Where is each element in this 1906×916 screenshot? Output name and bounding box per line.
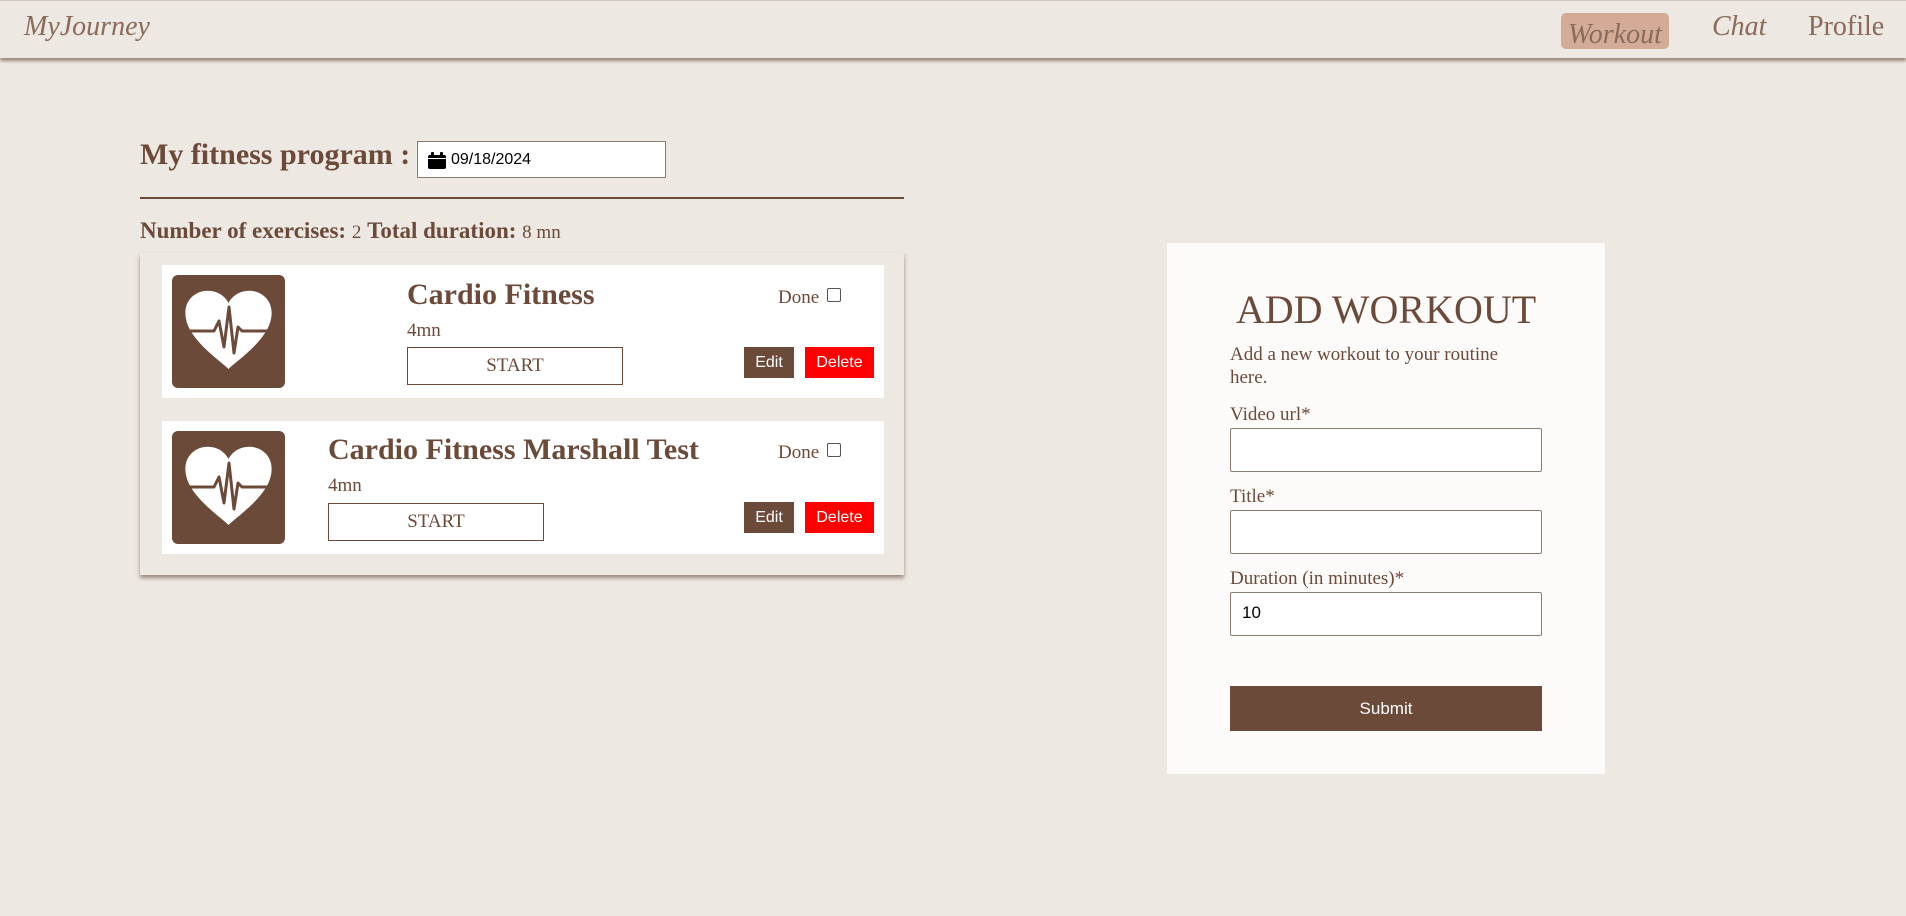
workout-duration: 4mn: [328, 475, 362, 496]
divider: [140, 197, 904, 199]
delete-button[interactable]: Delete: [805, 347, 874, 378]
workout-thumbnail: [172, 431, 285, 544]
panel-title: ADD WORKOUT: [1235, 287, 1537, 332]
workout-duration: 4mn: [407, 320, 441, 341]
edit-button[interactable]: Edit: [744, 502, 794, 533]
date-input[interactable]: 09/18/2024: [417, 141, 666, 178]
start-button[interactable]: START: [407, 347, 623, 385]
title-label: Title*: [1230, 486, 1275, 507]
add-workout-panel: ADD WORKOUT Add a new workout to your ro…: [1167, 243, 1605, 774]
navbar: MyJourney Workout Chat Profile: [0, 0, 1906, 58]
exercises-label: Number of exercises:: [140, 218, 347, 243]
panel-description: Add a new workout to your routine here.: [1230, 344, 1499, 388]
done-toggle[interactable]: Done: [778, 442, 841, 464]
nav-chat[interactable]: Chat: [1712, 11, 1766, 43]
start-button[interactable]: START: [328, 503, 544, 541]
heart-pulse-icon: [185, 446, 272, 525]
duration-input[interactable]: 10: [1230, 592, 1542, 636]
done-label: Done: [778, 287, 820, 308]
nav-profile[interactable]: Profile: [1808, 11, 1884, 43]
nav-workout[interactable]: Workout: [1561, 13, 1669, 50]
calendar-icon: [428, 152, 446, 169]
duration-value: 8 mn: [522, 222, 561, 243]
done-checkbox[interactable]: [827, 288, 841, 302]
program-stats: Number of exercises: 2 Total duration: 8…: [140, 218, 561, 244]
title-input[interactable]: [1230, 510, 1542, 554]
done-toggle[interactable]: Done: [778, 287, 841, 309]
video-url-input[interactable]: [1230, 428, 1542, 472]
submit-button[interactable]: Submit: [1230, 686, 1542, 731]
workout-list: Cardio Fitness 4mn START Done Edit Delet…: [140, 253, 904, 575]
workout-card: Cardio Fitness 4mn START Done Edit Delet…: [162, 265, 884, 398]
done-label: Done: [778, 442, 820, 463]
workout-title: Cardio Fitness: [407, 278, 595, 311]
date-value: 09/18/2024: [451, 151, 532, 168]
program-title: My fitness program :: [140, 138, 411, 171]
duration-label: Total duration:: [367, 218, 517, 243]
brand-logo[interactable]: MyJourney: [24, 11, 150, 43]
delete-button[interactable]: Delete: [805, 502, 874, 533]
video-url-label: Video url*: [1230, 404, 1311, 425]
done-checkbox[interactable]: [827, 443, 841, 457]
edit-button[interactable]: Edit: [744, 347, 794, 378]
workout-title: Cardio Fitness Marshall Test: [328, 433, 699, 466]
heart-pulse-icon: [185, 290, 272, 369]
workout-thumbnail: [172, 275, 285, 388]
workout-card: Cardio Fitness Marshall Test 4mn START D…: [162, 421, 884, 554]
duration-label: Duration (in minutes)*: [1230, 568, 1405, 589]
exercises-count: 2: [351, 222, 362, 243]
